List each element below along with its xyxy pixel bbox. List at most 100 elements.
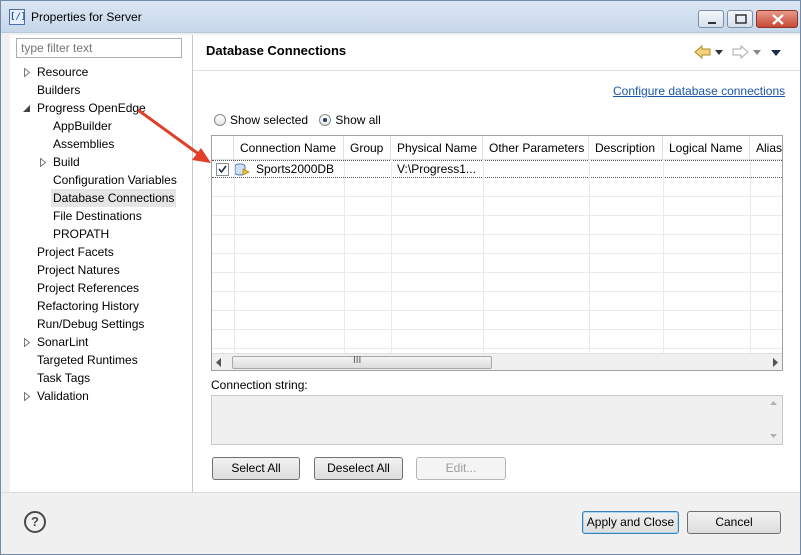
tree-item[interactable]: AppBuilder: [53, 117, 112, 135]
grid-line: [663, 160, 664, 353]
help-icon[interactable]: ?: [24, 511, 46, 533]
connection-string-field[interactable]: [211, 395, 783, 445]
radio-indicator[interactable]: [214, 114, 226, 126]
cell-logical-name: [663, 161, 750, 178]
table-row[interactable]: Sports2000DB V:\Progress1...: [212, 160, 782, 178]
tree-item-label: AppBuilder: [53, 119, 112, 133]
tree-item[interactable]: Builders: [37, 81, 80, 99]
cell-alias: [750, 161, 782, 178]
scrollbar-thumb[interactable]: III: [232, 355, 492, 369]
table-row[interactable]: [212, 331, 782, 349]
tree-item[interactable]: Database Connections: [51, 189, 177, 207]
forward-arrow-icon: [732, 44, 749, 60]
table-row[interactable]: [212, 274, 782, 292]
filter-input[interactable]: [16, 38, 182, 58]
maximize-button[interactable]: [727, 10, 753, 28]
show-all-radio[interactable]: Show all: [319, 113, 381, 127]
table-row[interactable]: [212, 217, 782, 235]
tree-item-label: Progress OpenEdge: [37, 101, 146, 115]
show-filter-radio-group: Show selected Show all: [214, 113, 381, 129]
column-header-physical-name[interactable]: Physical Name: [391, 136, 483, 160]
tree-item[interactable]: Run/Debug Settings: [37, 315, 144, 333]
deselect-all-button[interactable]: Deselect All: [314, 457, 403, 480]
collapsed-twisty-icon[interactable]: [23, 68, 32, 77]
database-connections-table[interactable]: Connection Name Group Physical Name Othe…: [211, 135, 783, 371]
tree-item[interactable]: Resource: [37, 63, 88, 81]
forward-button[interactable]: [731, 44, 765, 60]
back-button[interactable]: [693, 44, 727, 60]
vertical-scrollbar[interactable]: [765, 396, 782, 444]
tree-item-label: Build: [53, 155, 80, 169]
tree-item[interactable]: Targeted Runtimes: [37, 351, 138, 369]
select-all-button[interactable]: Select All: [212, 457, 300, 480]
table-header: Connection Name Group Physical Name Othe…: [212, 136, 782, 160]
tree-item[interactable]: Progress OpenEdge: [37, 99, 146, 117]
column-header-other-parameters[interactable]: Other Parameters: [483, 136, 589, 160]
table-row[interactable]: [212, 255, 782, 273]
tree-item-label: PROPATH: [53, 227, 110, 241]
collapsed-twisty-icon[interactable]: [23, 338, 32, 347]
tree-item[interactable]: Assemblies: [53, 135, 114, 153]
page-title: Database Connections: [206, 43, 347, 58]
chevron-down-icon: [753, 50, 761, 55]
tree-item-label: Targeted Runtimes: [37, 353, 138, 367]
column-header-alias[interactable]: Alias: [750, 136, 782, 160]
grid-line: [589, 160, 590, 353]
scroll-up-icon: [770, 401, 777, 405]
grid-line: [483, 160, 484, 353]
tree-item[interactable]: File Destinations: [53, 207, 142, 225]
scroll-right-icon[interactable]: [771, 358, 779, 367]
tree-item-label: SonarLint: [37, 335, 89, 349]
tree-item[interactable]: Task Tags: [37, 369, 90, 387]
close-button[interactable]: [756, 10, 798, 28]
show-selected-radio[interactable]: Show selected: [214, 113, 311, 127]
expanded-twisty-icon[interactable]: [23, 104, 32, 113]
apply-and-close-button[interactable]: Apply and Close: [582, 511, 679, 534]
horizontal-scrollbar[interactable]: III: [212, 353, 782, 370]
tree-item[interactable]: Validation: [37, 387, 89, 405]
row-checkbox[interactable]: [216, 163, 230, 177]
table-row[interactable]: [212, 179, 782, 197]
column-header-description[interactable]: Description: [589, 136, 663, 160]
table-row[interactable]: [212, 236, 782, 254]
show-selected-label: Show selected: [230, 113, 309, 127]
table-row[interactable]: [212, 312, 782, 330]
view-menu-button[interactable]: [769, 44, 783, 60]
window-title: Properties for Server: [31, 10, 142, 24]
tree-item[interactable]: Configuration Variables: [53, 171, 177, 189]
tree-item-label: Assemblies: [53, 137, 115, 151]
edit-button[interactable]: Edit...: [416, 457, 506, 480]
grid-line: [391, 160, 392, 353]
properties-nav-pane: Resource Builders Progress OpenEdge AppBuil…: [10, 35, 192, 492]
radio-indicator[interactable]: [319, 114, 332, 126]
tree-item-label: Validation: [37, 389, 89, 403]
tree-item-label: Project Facets: [37, 245, 114, 259]
chevron-down-icon: [715, 50, 723, 55]
tree-item-label: Resource: [37, 65, 89, 79]
tree-item-label: File Destinations: [53, 209, 142, 223]
table-row[interactable]: [212, 198, 782, 216]
cancel-button[interactable]: Cancel: [687, 511, 781, 534]
column-header-connection-name[interactable]: Connection Name: [234, 136, 344, 160]
collapsed-twisty-icon[interactable]: [39, 158, 48, 167]
table-row[interactable]: [212, 293, 782, 311]
tree-item-label: Project References: [37, 281, 140, 295]
scroll-left-icon[interactable]: [215, 358, 223, 367]
tree-item-label: Project Natures: [37, 263, 120, 277]
tree-item[interactable]: SonarLint: [37, 333, 88, 351]
column-header-logical-name[interactable]: Logical Name: [663, 136, 750, 160]
tree-item[interactable]: Project References: [37, 279, 139, 297]
tree-item-label: Database Connections: [53, 191, 175, 205]
tree-item[interactable]: Build: [53, 153, 80, 171]
eclipse-properties-icon: [/]: [9, 9, 26, 25]
column-header-group[interactable]: Group: [344, 136, 391, 160]
tree-item[interactable]: Refactoring History: [37, 297, 139, 315]
tree-item[interactable]: PROPATH: [53, 225, 109, 243]
collapsed-twisty-icon[interactable]: [23, 392, 32, 401]
tree-item[interactable]: Project Natures: [37, 261, 120, 279]
minimize-button[interactable]: [698, 10, 724, 28]
configure-database-connections-link[interactable]: Configure database connections: [613, 84, 785, 98]
tree-item[interactable]: Project Facets: [37, 243, 114, 261]
tree-item-label: Configuration Variables: [53, 173, 177, 187]
connection-string-label: Connection string:: [211, 378, 308, 392]
